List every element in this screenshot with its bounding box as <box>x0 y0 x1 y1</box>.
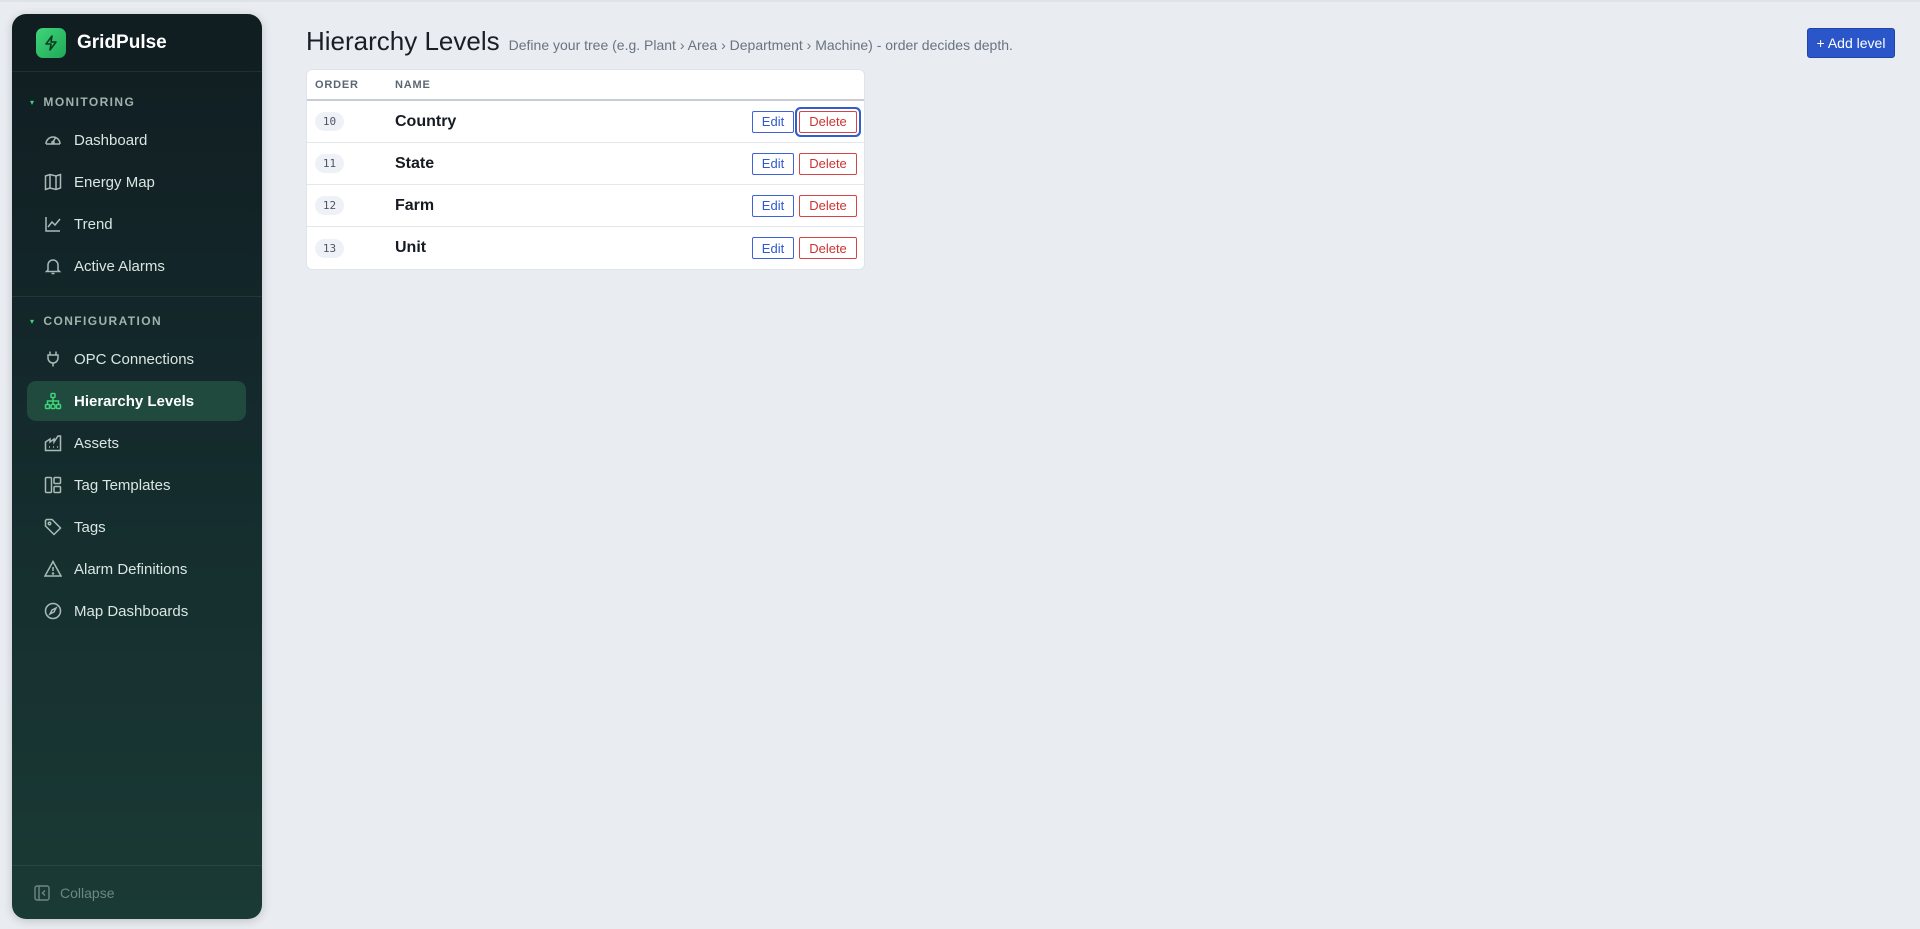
sidebar-item-label: Energy Map <box>74 173 155 191</box>
level-name: Country <box>395 112 457 130</box>
delete-button[interactable]: Delete <box>799 194 857 217</box>
tag-icon <box>43 517 63 537</box>
order-badge: 11 <box>315 154 344 173</box>
order-badge: 10 <box>315 112 344 131</box>
page-header: Hierarchy Levels Define your tree (e.g. … <box>306 26 1013 60</box>
collapse-label: Collapse <box>60 884 115 901</box>
bolt-icon <box>36 27 66 58</box>
add-level-button[interactable]: + Add level <box>1807 28 1895 58</box>
sidebar-item-label: Active Alarms <box>74 257 165 275</box>
brand[interactable]: GridPulse <box>12 14 262 72</box>
warning-triangle-icon <box>43 559 63 579</box>
sidebar-item-label: Trend <box>74 215 113 233</box>
layout-template-icon <box>43 475 63 495</box>
column-header-order[interactable]: ORDER <box>307 79 387 91</box>
sidebar-item-active-alarms[interactable]: Active Alarms <box>27 246 246 286</box>
table-row: 12 Farm Edit Delete <box>307 185 864 227</box>
delete-button[interactable]: Delete <box>799 110 857 133</box>
page-subtitle: Define your tree (e.g. Plant › Area › De… <box>508 37 1013 53</box>
edit-button[interactable]: Edit <box>752 110 794 133</box>
table-row: 11 State Edit Delete <box>307 143 864 185</box>
table-row: 13 Unit Edit Delete <box>307 227 864 269</box>
order-badge: 13 <box>315 238 344 258</box>
collapse-icon <box>34 884 50 901</box>
plug-icon <box>43 349 63 369</box>
delete-button[interactable]: Delete <box>799 152 857 175</box>
sidebar-item-energy-map[interactable]: Energy Map <box>27 162 246 202</box>
section-label: CONFIGURATION <box>43 314 163 328</box>
sidebar-item-label: Tags <box>74 518 106 536</box>
sidebar-item-label: Map Dashboards <box>74 602 189 620</box>
caret-down-icon: ▾ <box>30 316 36 326</box>
sidebar-item-assets[interactable]: Assets <box>27 423 246 463</box>
page-title: Hierarchy Levels <box>306 26 500 56</box>
table-row: 10 Country Edit Delete <box>307 101 864 143</box>
edit-button[interactable]: Edit <box>752 194 794 217</box>
sidebar-item-label: Tag Templates <box>74 476 171 494</box>
top-border <box>0 0 1920 2</box>
bell-icon <box>43 256 63 276</box>
caret-down-icon: ▾ <box>30 97 36 107</box>
table-header: ORDER NAME <box>307 70 864 101</box>
sidebar-item-hierarchy-levels[interactable]: Hierarchy Levels <box>27 381 246 421</box>
level-name: State <box>395 154 435 172</box>
sidebar-item-trend[interactable]: Trend <box>27 204 246 244</box>
gauge-icon <box>43 130 63 150</box>
hierarchy-icon <box>43 391 63 411</box>
sidebar-item-label: Dashboard <box>74 131 148 149</box>
sidebar-item-label: Assets <box>74 434 120 452</box>
app-name: GridPulse <box>77 31 167 53</box>
section-monitoring[interactable]: ▾ MONITORING <box>12 92 262 112</box>
section-divider <box>12 296 262 297</box>
section-label: MONITORING <box>43 95 136 109</box>
sidebar-item-tag-templates[interactable]: Tag Templates <box>27 465 246 505</box>
level-name: Unit <box>395 239 427 256</box>
compass-icon <box>43 601 63 621</box>
sidebar-item-map-dashboards[interactable]: Map Dashboards <box>27 591 246 631</box>
section-configuration[interactable]: ▾ CONFIGURATION <box>12 311 262 331</box>
sidebar-item-tags[interactable]: Tags <box>27 507 246 547</box>
sidebar-item-opc-connections[interactable]: OPC Connections <box>27 339 246 379</box>
sidebar-item-alarm-definitions[interactable]: Alarm Definitions <box>27 549 246 589</box>
sidebar-item-label: Alarm Definitions <box>74 560 188 578</box>
sidebar-item-label: Hierarchy Levels <box>74 392 195 410</box>
order-badge: 12 <box>315 196 344 215</box>
map-icon <box>43 172 63 192</box>
sidebar-item-label: OPC Connections <box>74 350 195 368</box>
delete-button[interactable]: Delete <box>799 237 857 259</box>
factory-icon <box>43 433 63 453</box>
trend-line-icon <box>43 214 63 234</box>
column-header-name[interactable]: NAME <box>387 79 431 91</box>
hierarchy-levels-table: ORDER NAME 10 Country Edit Delete 11 Sta… <box>306 69 865 270</box>
edit-button[interactable]: Edit <box>752 152 794 175</box>
collapse-button[interactable]: Collapse <box>12 865 262 919</box>
level-name: Farm <box>395 196 435 214</box>
edit-button[interactable]: Edit <box>752 237 794 259</box>
sidebar-item-dashboard[interactable]: Dashboard <box>27 120 246 160</box>
sidebar: GridPulse ▾ MONITORING Dashboard Energy … <box>12 14 262 919</box>
